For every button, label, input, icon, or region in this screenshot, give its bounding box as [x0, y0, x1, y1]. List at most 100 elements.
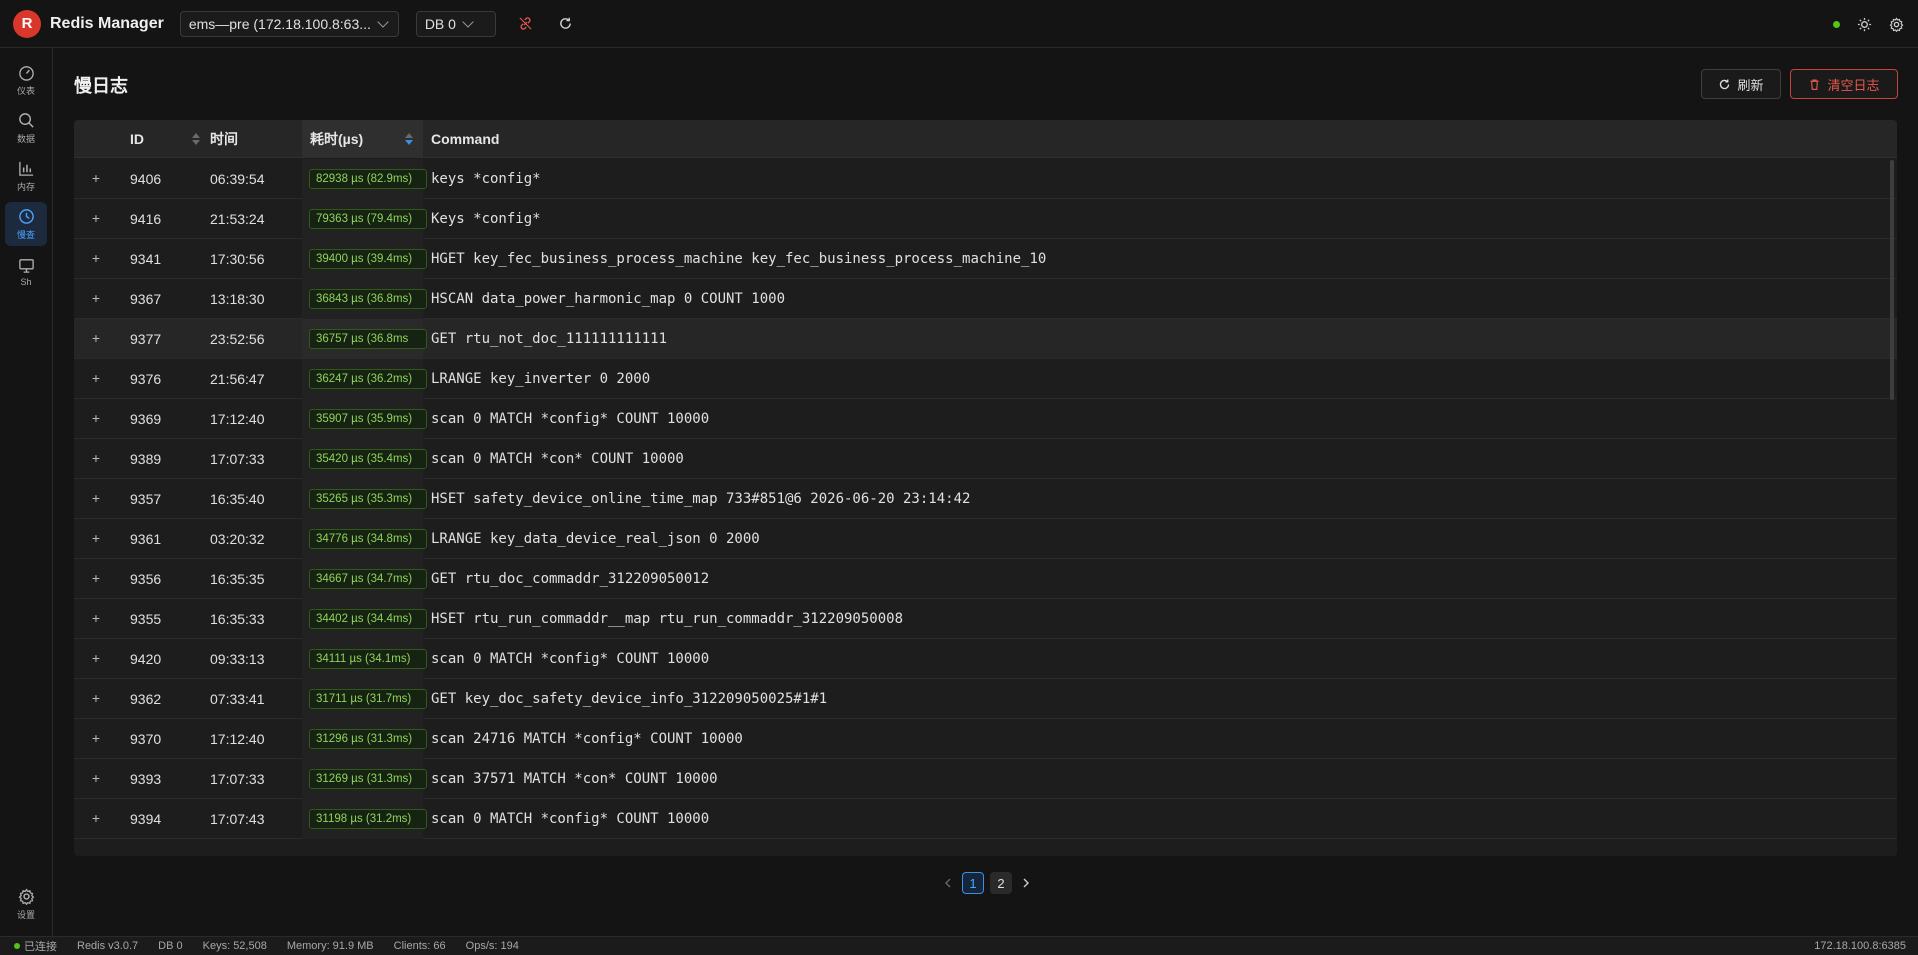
column-header-time: 时间 — [210, 131, 238, 147]
table-row[interactable]: +9355 16:35:33 34402 µs (34.4ms) HSET rtu_r… — [74, 599, 1897, 639]
header-right-tools — [1833, 16, 1904, 32]
sidebar-item-data[interactable]: 数据 — [5, 106, 47, 150]
expand-row-icon[interactable]: + — [89, 611, 103, 626]
cell-time: 17:12:40 — [210, 731, 265, 747]
refresh-button[interactable]: 刷新 — [1701, 69, 1781, 99]
table-row[interactable]: +9394 17:07:43 31198 µs (31.2ms) scan 0 MAT… — [74, 799, 1897, 839]
disconnect-icon[interactable] — [518, 16, 534, 32]
connection-select-value: ems—pre (172.18.100.8:63... — [188, 15, 371, 32]
sort-icon — [192, 133, 200, 145]
table-row[interactable]: +9369 17:12:40 35907 µs (35.9ms) scan 0 MAT… — [74, 399, 1897, 439]
page-button-1[interactable]: 1 — [962, 872, 984, 894]
expand-row-icon[interactable]: + — [89, 171, 103, 186]
expand-row-icon[interactable]: + — [89, 211, 103, 226]
expand-row-icon[interactable]: + — [89, 411, 103, 426]
cell-time: 17:07:43 — [210, 811, 265, 827]
monitor-icon — [18, 259, 34, 273]
cell-command: GET key_doc_safety_device_info_312209050… — [431, 691, 828, 707]
gear-icon — [18, 887, 34, 905]
cell-time: 06:39:54 — [210, 171, 265, 187]
table-row[interactable]: +9356 16:35:35 34667 µs (34.7ms) GET rtu_do… — [74, 559, 1897, 599]
duration-tag: 36247 µs (36.2ms) — [309, 369, 427, 389]
cell-id: 9389 — [130, 451, 162, 467]
cell-time: 17:07:33 — [210, 451, 265, 467]
chevron-left-icon — [945, 878, 951, 888]
table-row[interactable]: +9406 06:39:54 82938 µs (82.9ms) keys *conf… — [74, 159, 1897, 199]
db-select[interactable]: DB 0 — [415, 10, 496, 37]
table-scrollbar[interactable] — [1890, 160, 1894, 400]
page-title: 慢日志 — [74, 76, 128, 96]
next-page-button[interactable] — [1018, 872, 1034, 894]
sidebar-item-label: 设置 — [16, 909, 35, 920]
sidebar-item-shell[interactable]: Sh — [5, 250, 47, 294]
cell-command: GET rtu_not_doc_111111111111 — [431, 331, 668, 347]
expand-row-icon[interactable]: + — [89, 371, 103, 386]
cell-command: scan 24716 MATCH *config* COUNT 10000 — [431, 731, 743, 747]
table-row[interactable]: +9357 16:35:40 35265 µs (35.3ms) HSET safet… — [74, 479, 1897, 519]
cell-time: 21:53:24 — [210, 211, 265, 227]
expand-row-icon[interactable]: + — [89, 531, 103, 546]
expand-row-icon[interactable]: + — [89, 771, 103, 786]
cell-id: 9369 — [130, 411, 162, 427]
sidebar-item-memory[interactable]: 内存 — [5, 154, 47, 198]
cell-time: 13:18:30 — [210, 291, 265, 307]
expand-row-icon[interactable]: + — [89, 651, 103, 666]
page-button-2[interactable]: 2 — [990, 872, 1012, 894]
table-row[interactable]: +9361 03:20:32 34776 µs (34.8ms) LRANGE key… — [74, 519, 1897, 559]
column-header-duration[interactable]: 耗时(µs) — [302, 120, 423, 158]
status-ops: Ops/s: 194 — [465, 940, 519, 952]
slowlog-table: ID 时间 耗时(µs) Command +9406 06:39:54 82938 … — [74, 120, 1897, 856]
expand-row-icon[interactable]: + — [89, 691, 103, 706]
duration-tag: 31198 µs (31.2ms) — [309, 809, 427, 829]
cell-command: scan 0 MATCH *con* COUNT 10000 — [431, 451, 684, 467]
cell-id: 9416 — [130, 211, 162, 227]
gear-icon[interactable] — [1888, 16, 1904, 32]
duration-tag: 34111 µs (34.1ms) — [309, 649, 427, 669]
app-logo: R — [13, 9, 41, 38]
status-dot — [14, 943, 20, 949]
table-row[interactable]: +9377 23:52:56 36757 µs (36.8ms GET rtu_not… — [74, 319, 1897, 359]
expand-row-icon[interactable]: + — [89, 571, 103, 586]
cell-id: 9377 — [130, 331, 162, 347]
table-row[interactable]: +9362 07:33:41 31711 µs (31.7ms) GET key_do… — [74, 679, 1897, 719]
sidebar: 仪表 数据 内存 慢查 Sh 设置 — [0, 48, 53, 936]
theme-toggle-icon[interactable] — [1856, 16, 1872, 32]
table-row[interactable]: +9393 17:07:33 31269 µs (31.3ms) scan 37571… — [74, 759, 1897, 799]
table-row[interactable]: +9420 09:33:13 34111 µs (34.1ms) scan 0 MAT… — [74, 639, 1897, 679]
duration-tag: 31296 µs (31.3ms) — [309, 729, 427, 749]
duration-tag: 82938 µs (82.9ms) — [309, 169, 427, 189]
column-header-id[interactable]: ID — [130, 120, 210, 158]
duration-tag: 34667 µs (34.7ms) — [309, 569, 427, 589]
cell-command: GET rtu_doc_commaddr_312209050012 — [431, 571, 710, 587]
table-row[interactable]: +9416 21:53:24 79363 µs (79.4ms) Keys *conf… — [74, 199, 1897, 239]
cell-command: scan 0 MATCH *config* COUNT 10000 — [431, 651, 710, 667]
expand-row-icon[interactable]: + — [89, 331, 103, 346]
expand-row-icon[interactable]: + — [89, 811, 103, 826]
prev-page-button[interactable] — [940, 872, 956, 894]
expand-row-icon[interactable]: + — [89, 731, 103, 746]
cell-id: 9394 — [130, 811, 162, 827]
duration-tag: 34776 µs (34.8ms) — [309, 529, 427, 549]
expand-row-icon[interactable]: + — [89, 251, 103, 266]
cell-id: 9393 — [130, 771, 162, 787]
cell-command: scan 0 MATCH *config* COUNT 10000 — [431, 811, 710, 827]
table-row[interactable]: +9367 13:18:30 36843 µs (36.8ms) HSCAN data… — [74, 279, 1897, 319]
cell-time: 17:12:40 — [210, 411, 265, 427]
table-row[interactable]: +9376 21:56:47 36247 µs (36.2ms) LRANGE key… — [74, 359, 1897, 399]
expand-row-icon[interactable]: + — [89, 451, 103, 466]
expand-row-icon[interactable]: + — [89, 291, 103, 306]
connection-select[interactable]: ems—pre (172.18.100.8:63... — [179, 10, 399, 37]
refresh-button-label: 刷新 — [1737, 77, 1764, 93]
sidebar-item-slowlog[interactable]: 慢查 — [5, 202, 47, 246]
status-db: DB 0 — [158, 940, 183, 952]
reload-icon[interactable] — [558, 16, 574, 32]
table-row[interactable]: +9370 17:12:40 31296 µs (31.3ms) scan 24716… — [74, 719, 1897, 759]
cell-command: scan 37571 MATCH *con* COUNT 10000 — [431, 771, 718, 787]
sidebar-item-settings[interactable]: 设置 — [5, 882, 47, 926]
expand-row-icon[interactable]: + — [89, 491, 103, 506]
sidebar-item-dashboard[interactable]: 仪表 — [5, 58, 47, 102]
table-row[interactable]: +9341 17:30:56 39400 µs (39.4ms) HGET key_f… — [74, 239, 1897, 279]
clear-log-button[interactable]: 清空日志 — [1790, 69, 1898, 99]
cell-id: 9341 — [130, 251, 162, 267]
table-row[interactable]: +9389 17:07:33 35420 µs (35.4ms) scan 0 MAT… — [74, 439, 1897, 479]
